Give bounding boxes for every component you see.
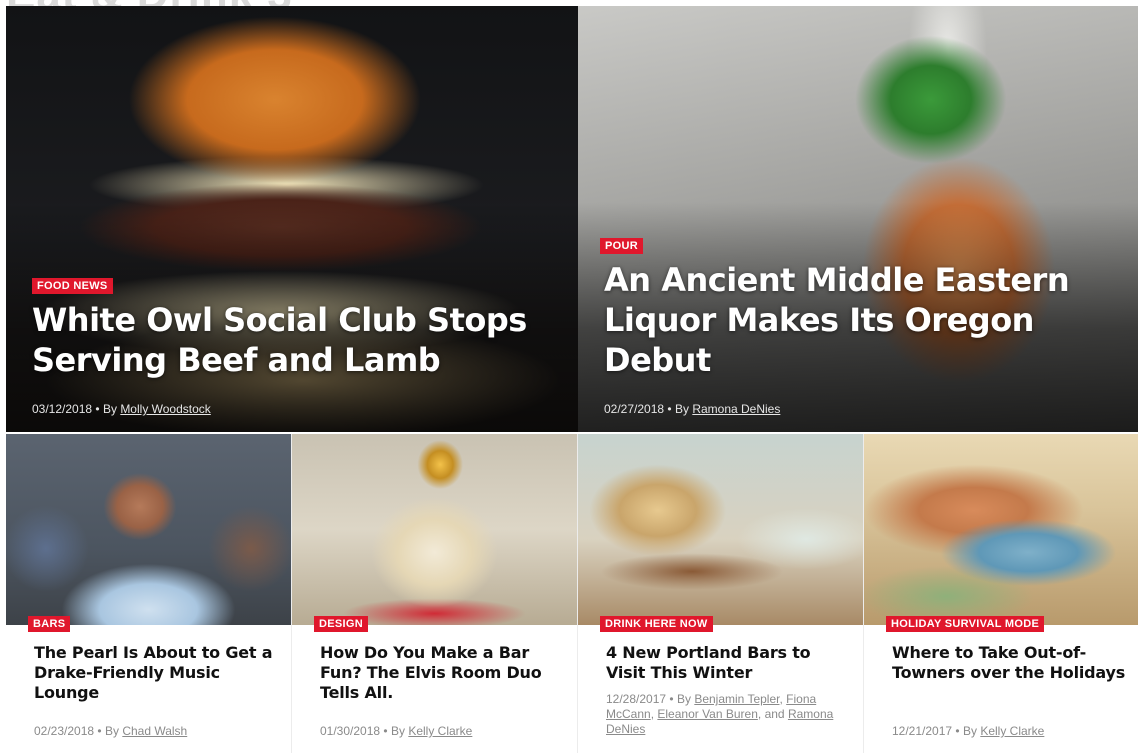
category-tag[interactable]: Drink Here Now <box>600 616 713 632</box>
bar-interior-photo[interactable] <box>292 434 577 625</box>
bullet-separator: • <box>669 692 674 706</box>
story-card-out-of-towners[interactable]: Holiday Survival Mode Where to Take Out-… <box>864 434 1138 753</box>
vintage-map-photo[interactable] <box>864 434 1138 625</box>
category-tag[interactable]: Pour <box>600 238 643 254</box>
feature-card-middle-eastern-liquor[interactable]: Pour An Ancient Middle Eastern Liquor Ma… <box>578 6 1138 432</box>
story-headline[interactable]: Where to Take Out-of-Towners over the Ho… <box>892 643 1132 683</box>
story-headline[interactable]: 4 New Portland Bars to Visit This Winter <box>606 643 851 683</box>
story-headline[interactable]: The Pearl Is About to Get a Drake-Friend… <box>34 643 279 703</box>
author-link[interactable]: Molly Woodstock <box>120 402 210 416</box>
publish-date: 03/12/2018 <box>32 402 93 416</box>
column-divider <box>577 434 578 753</box>
bullet-separator: • <box>955 724 960 738</box>
bullet-separator: • <box>667 402 672 416</box>
category-tag[interactable]: Food News <box>32 278 113 294</box>
comma-separator: , <box>779 692 783 706</box>
author-link[interactable]: Kelly Clarke <box>408 724 472 738</box>
author-link[interactable]: Eleanor Van Buren <box>657 707 758 721</box>
comma-separator: , <box>650 707 655 721</box>
feature-headline[interactable]: An Ancient Middle Eastern Liquor Makes I… <box>604 260 1124 380</box>
category-tag[interactable]: Holiday Survival Mode <box>886 616 1045 632</box>
publish-date: 02/23/2018 <box>34 724 95 738</box>
byline: 03/12/2018 • By Molly Woodstock <box>32 402 211 416</box>
story-card-elvis-room[interactable]: Design How Do You Make a Bar Fun? The El… <box>292 434 577 753</box>
crowd-photo[interactable] <box>6 434 291 625</box>
byline: 02/27/2018 • By Ramona DeNies <box>604 402 780 416</box>
story-headline[interactable]: How Do You Make a Bar Fun? The Elvis Roo… <box>320 643 565 703</box>
byline: 02/23/2018 • By Chad Walsh <box>34 724 289 739</box>
feature-headline[interactable]: White Owl Social Club Stops Serving Beef… <box>32 300 552 380</box>
bullet-separator: • <box>95 402 100 416</box>
byline: 01/30/2018 • By Kelly Clarke <box>320 724 575 739</box>
author-link[interactable]: Benjamin Tepler <box>694 692 779 706</box>
bullet-separator: • <box>97 724 102 738</box>
feature-card-white-owl[interactable]: Food News White Owl Social Club Stops Se… <box>6 6 578 432</box>
by-label: By <box>962 724 977 738</box>
author-link[interactable]: Kelly Clarke <box>980 724 1044 738</box>
comma-separator: , <box>757 707 762 721</box>
column-divider <box>291 434 292 753</box>
by-label: By <box>102 402 117 416</box>
publish-date: 12/28/2017 <box>606 692 667 706</box>
bar-counter-photo[interactable] <box>578 434 863 625</box>
column-divider <box>863 434 864 753</box>
by-label: By <box>674 402 689 416</box>
author-link[interactable]: Ramona DeNies <box>692 402 780 416</box>
by-label: By <box>104 724 119 738</box>
and-label: and <box>764 707 785 721</box>
byline: 12/28/2017 • By Benjamin Tepler, Fiona M… <box>606 692 861 737</box>
publish-date: 01/30/2018 <box>320 724 381 738</box>
byline: 12/21/2017 • By Kelly Clarke <box>892 724 1138 739</box>
category-tag[interactable]: Design <box>314 616 368 632</box>
story-card-portland-bars-winter[interactable]: Drink Here Now 4 New Portland Bars to Vi… <box>578 434 863 753</box>
by-label: By <box>676 692 691 706</box>
story-card-pearl-music-lounge[interactable]: Bars The Pearl Is About to Get a Drake-F… <box>6 434 291 753</box>
publish-date: 12/21/2017 <box>892 724 953 738</box>
category-tag[interactable]: Bars <box>28 616 71 632</box>
author-link[interactable]: Chad Walsh <box>122 724 187 738</box>
bullet-separator: • <box>383 724 388 738</box>
publish-date: 02/27/2018 <box>604 402 665 416</box>
by-label: By <box>390 724 405 738</box>
